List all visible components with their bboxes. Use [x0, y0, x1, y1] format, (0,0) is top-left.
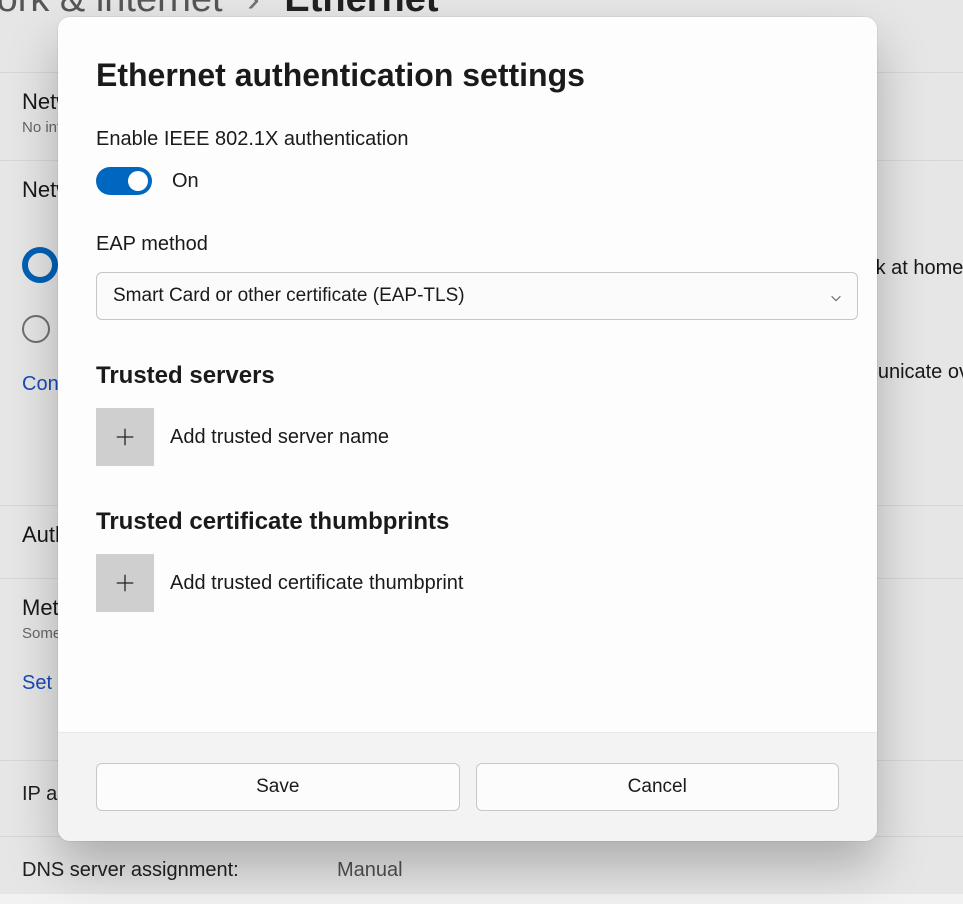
trusted-servers-label: Trusted servers — [96, 362, 839, 390]
eap-method-value: Smart Card or other certificate (EAP-TLS… — [113, 285, 465, 307]
dialog-title: Ethernet authentication settings — [96, 57, 839, 94]
enable-8021x-toggle[interactable] — [96, 167, 152, 195]
toggle-state-text: On — [172, 170, 199, 193]
enable-8021x-label: Enable IEEE 802.1X authentication — [96, 128, 839, 151]
plus-icon — [114, 426, 136, 448]
cancel-button[interactable]: Cancel — [476, 763, 840, 811]
add-trusted-server-text: Add trusted server name — [170, 426, 389, 449]
add-trusted-server-button[interactable] — [96, 408, 154, 466]
ethernet-auth-dialog: Ethernet authentication settings Enable … — [58, 17, 877, 841]
toggle-knob — [128, 171, 148, 191]
eap-method-label: EAP method — [96, 233, 839, 256]
add-thumbprint-button[interactable] — [96, 554, 154, 612]
eap-method-select[interactable]: Smart Card or other certificate (EAP-TLS… — [96, 272, 858, 320]
plus-icon — [114, 572, 136, 594]
save-button[interactable]: Save — [96, 763, 460, 811]
chevron-down-icon — [829, 289, 843, 303]
dialog-footer: Save Cancel — [58, 732, 877, 841]
add-thumbprint-text: Add trusted certificate thumbprint — [170, 572, 463, 595]
trusted-thumbprints-label: Trusted certificate thumbprints — [96, 508, 839, 536]
